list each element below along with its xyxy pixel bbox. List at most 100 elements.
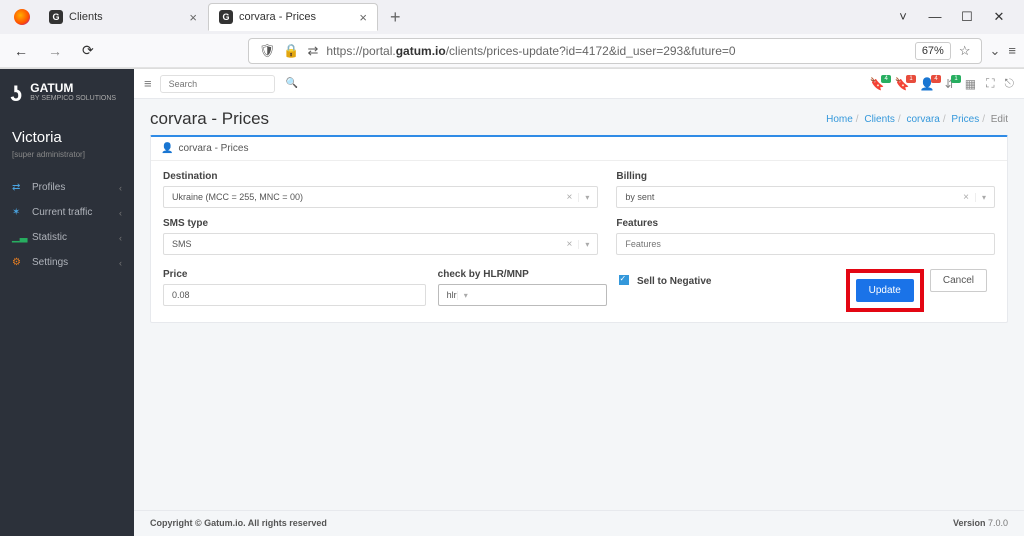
notification-icon[interactable]: 🔖4 [870,77,885,91]
close-icon[interactable]: × [359,10,367,25]
lock-icon: 🔒 [283,43,299,59]
brand-logo-icon: ʖ [10,81,22,107]
maximize-icon[interactable]: ☐ [960,9,974,25]
breadcrumb-home[interactable]: Home [826,114,853,125]
sidebar-item-traffic[interactable]: ✶ Current traffic ‹ [0,200,134,225]
destination-select[interactable]: Ukraine (MCC = 255, MNC = 00) × ▾ [163,186,598,208]
main-area: ≡ 🔍 🔖4 🔖1 👤4 ⇵1 ▦ ⛶ ⎋ corvara - Prices H… [134,69,1024,536]
search-input[interactable] [169,79,286,89]
features-field[interactable] [625,239,986,249]
footer-version: Version 7.0.0 [953,518,1008,528]
sidebar-item-label: Settings [32,257,68,268]
features-label: Features [616,218,995,229]
traffic-icon: ✶ [12,207,24,218]
close-window-icon[interactable]: ✕ [992,9,1006,25]
sidebar-item-settings[interactable]: ⚙ Settings ‹ [0,250,134,275]
traffic-icon[interactable]: ⇵1 [945,77,955,91]
sidebar-item-label: Profiles [32,182,65,193]
statistic-icon: ▁▃ [12,232,24,243]
close-icon[interactable]: × [189,10,197,25]
update-highlight: Update [846,269,924,312]
tab-bar: G Clients × G corvara - Prices × + ˅ — ☐… [0,0,1024,34]
destination-value: Ukraine (MCC = 255, MNC = 00) [172,192,303,202]
browser-tab-prices[interactable]: G corvara - Prices × [208,3,378,31]
page-title: corvara - Prices [150,109,269,129]
sidebar-nav: ⇄ Profiles ‹ ✶ Current traffic ‹ ▁▃ Stat… [0,175,134,275]
clear-icon[interactable]: × [567,239,579,250]
features-input[interactable] [616,233,995,255]
billing-value: by sent [625,192,654,202]
price-field[interactable] [172,290,417,300]
sell-negative-checkbox[interactable] [619,275,629,285]
chevron-down-icon[interactable]: ▾ [578,193,589,202]
minimize-icon[interactable]: — [928,9,942,25]
user-icon[interactable]: 👤4 [920,77,935,91]
menu-icon[interactable]: ≡ [1008,43,1016,58]
notification-icon[interactable]: 🔖1 [895,77,910,91]
search-icon[interactable]: 🔍 [286,78,298,89]
update-button[interactable]: Update [856,279,914,302]
brand-name: GATUM [30,81,116,95]
breadcrumb-clients[interactable]: Clients [864,114,895,125]
destination-label: Destination [163,171,598,182]
smstype-value: SMS [172,239,192,249]
tab-favicon-icon: G [219,10,233,24]
hamburger-icon[interactable]: ≡ [144,76,152,91]
check-select[interactable]: hlr ▾ [438,284,607,306]
price-input[interactable] [163,284,426,306]
chevron-down-icon[interactable]: ˅ [896,9,910,25]
chevron-down-icon[interactable]: ▾ [975,193,986,202]
panel: 👤 corvara - Prices Destination Ukraine (… [150,135,1008,323]
user-icon: 👤 [161,143,173,154]
footer: Copyright © Gatum.io. All rights reserve… [134,510,1024,535]
permissions-icon: ⇄ [307,43,318,59]
chevron-left-icon: ‹ [119,183,122,193]
sidebar: ʖ GATUM BY SEMPICO SOLUTIONS Victoria [s… [0,69,134,536]
profiles-icon: ⇄ [12,182,24,193]
url-field[interactable]: 🛡 🔒 ⇄ https://portal.gatum.io/clients/pr… [248,38,982,64]
clear-icon[interactable]: × [963,192,975,203]
breadcrumb-current: Edit [991,114,1008,125]
bookmark-icon[interactable]: ☆ [959,43,971,59]
back-button[interactable]: ← [8,39,34,63]
window-controls: ˅ — ☐ ✕ [896,9,1018,25]
logout-icon[interactable]: ⎋ [1005,76,1015,91]
sidebar-item-label: Statistic [32,232,67,243]
chevron-left-icon: ‹ [119,258,122,268]
check-label: check by HLR/MNP [438,269,607,280]
app-root: ʖ GATUM BY SEMPICO SOLUTIONS Victoria [s… [0,69,1024,536]
browser-tab-clients[interactable]: G Clients × [38,3,208,31]
chevron-down-icon[interactable]: ▾ [457,291,468,300]
address-bar: ← → ⟳ 🛡 🔒 ⇄ https://portal.gatum.io/clie… [0,34,1024,68]
chevron-left-icon: ‹ [119,233,122,243]
sell-negative-label: Sell to Negative [637,276,711,287]
pocket-icon[interactable]: ⌄ [990,43,1001,59]
breadcrumb-prices[interactable]: Prices [951,114,979,125]
user-role: [super administrator] [12,150,122,159]
sidebar-item-label: Current traffic [32,207,92,218]
cancel-button[interactable]: Cancel [930,269,987,292]
sidebar-item-statistic[interactable]: ▁▃ Statistic ‹ [0,225,134,250]
billing-select[interactable]: by sent × ▾ [616,186,995,208]
browser-chrome: G Clients × G corvara - Prices × + ˅ — ☐… [0,0,1024,69]
settings-icon: ⚙ [12,257,24,268]
sidebar-item-profiles[interactable]: ⇄ Profiles ‹ [0,175,134,200]
new-tab-button[interactable]: + [384,7,407,28]
forward-button[interactable]: → [42,39,68,63]
user-block: Victoria [super administrator] [0,119,134,169]
expand-icon[interactable]: ⛶ [986,76,994,91]
panel-header: 👤 corvara - Prices [151,137,1007,161]
reload-button[interactable]: ⟳ [76,38,100,63]
chevron-down-icon[interactable]: ▾ [578,240,589,249]
flag-icon[interactable]: ▦ [965,77,976,91]
search-box[interactable]: 🔍 [160,75,275,93]
panel-body: Destination Ukraine (MCC = 255, MNC = 00… [151,161,1007,322]
brand-sub: BY SEMPICO SOLUTIONS [30,95,116,103]
breadcrumb-corvara[interactable]: corvara [906,114,939,125]
zoom-level[interactable]: 67% [915,42,951,60]
firefox-logo-icon [14,9,30,25]
clear-icon[interactable]: × [567,192,579,203]
smstype-select[interactable]: SMS × ▾ [163,233,598,255]
tab-title: corvara - Prices [239,11,316,23]
tab-favicon-icon: G [49,10,63,24]
